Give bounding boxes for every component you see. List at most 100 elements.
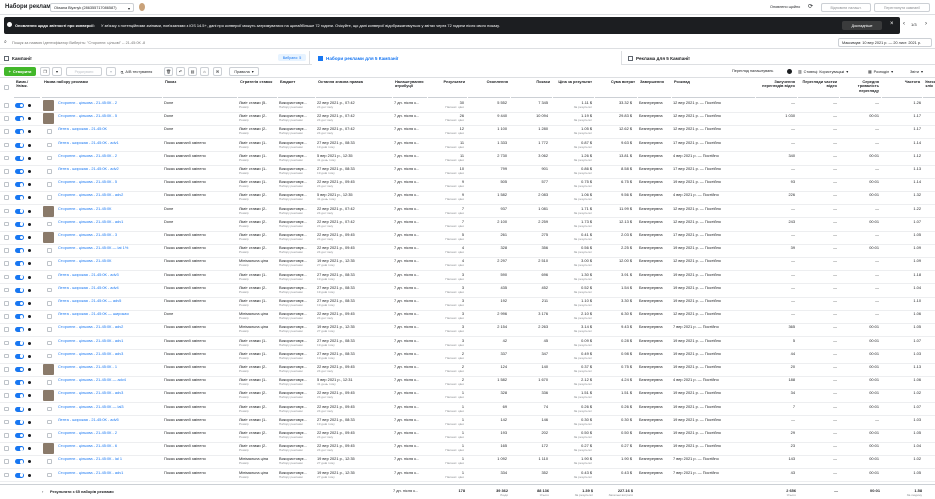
col-ends-header[interactable]: Завершення bbox=[638, 79, 671, 98]
row-toggle[interactable] bbox=[15, 446, 24, 452]
col-results-header[interactable]: Результати bbox=[428, 79, 467, 98]
adset-name-link-text[interactable]: Стороннє - цільова - 21-45:0К - lal 1 bbox=[58, 456, 160, 461]
refresh-icon[interactable]: ⟳ bbox=[808, 3, 813, 10]
row-checkbox[interactable] bbox=[4, 221, 9, 227]
adset-name-link[interactable]: Стороннє - цільова - 21-45:0К - adv2 bbox=[57, 324, 161, 337]
col-impressions-header[interactable]: Покази bbox=[511, 79, 552, 98]
adset-name-link-text[interactable]: Лента - широкая - 21-45:0К - adv4 bbox=[58, 285, 160, 290]
row-toggle[interactable] bbox=[15, 235, 24, 240]
adset-name-link[interactable]: Стороннє - цільова - 21-45:0К - adv3 bbox=[57, 390, 161, 403]
col-video-share-header[interactable]: Перегляди частки відео bbox=[798, 79, 839, 98]
row-checkbox[interactable] bbox=[4, 129, 9, 134]
ab-test-button[interactable]: ⚗ A/B тестування bbox=[120, 68, 152, 76]
row-checkbox[interactable] bbox=[4, 287, 9, 293]
row-checkbox[interactable] bbox=[4, 314, 9, 319]
comment-button[interactable]: ✉ bbox=[213, 67, 222, 76]
adset-name-link-text[interactable]: Стороннє - цільова - 21-45:0К - 5 bbox=[58, 113, 160, 118]
col-avg-watch-time-header[interactable]: Середня тривалість перегляду bbox=[840, 79, 881, 98]
adset-name-link[interactable]: Стороннє - цільова - 21-45:0К - 6 bbox=[57, 443, 161, 456]
row-toggle[interactable] bbox=[15, 248, 24, 254]
row-checkbox[interactable] bbox=[4, 353, 9, 359]
search-input[interactable] bbox=[12, 38, 612, 47]
row-checkbox[interactable] bbox=[4, 446, 9, 451]
edit-dropdown[interactable]: ▾ bbox=[106, 67, 116, 76]
adset-name-link-text[interactable]: Стороннє - цільова - 21-45:0К bbox=[58, 206, 160, 211]
edit-button[interactable]: Редагувати bbox=[66, 67, 102, 76]
row-toggle[interactable] bbox=[15, 301, 24, 306]
col-frequency-header[interactable]: Частота bbox=[882, 79, 922, 98]
row-checkbox[interactable] bbox=[4, 208, 9, 214]
row-toggle[interactable] bbox=[15, 472, 24, 478]
adset-name-link-text[interactable]: Стороннє - цільова - 21-45:0К - adv3 bbox=[58, 390, 160, 395]
adset-name-link[interactable]: Стороннє - цільова - 21-45:0К - adv1 bbox=[57, 219, 161, 232]
adset-name-link-text[interactable]: Стороннє - цільова - 21-45:0К - adv2 bbox=[58, 324, 160, 329]
row-checkbox[interactable] bbox=[4, 380, 9, 385]
col-bid-strategy-header[interactable]: Стратегія ставок bbox=[238, 79, 277, 98]
row-toggle[interactable] bbox=[15, 314, 24, 320]
adset-name-link-text[interactable]: Стороннє - цільова - 21-45:0К - 2 bbox=[58, 100, 160, 105]
adset-name-link-text[interactable]: Стороннє - цільова - 21-45:0К - 6 bbox=[58, 443, 160, 448]
col-attribution-header[interactable]: Налаштування атрибуції bbox=[393, 79, 427, 98]
tab-campaigns[interactable]: Кампанії bbox=[0, 51, 310, 65]
row-toggle[interactable] bbox=[15, 221, 24, 227]
row-checkbox[interactable] bbox=[4, 393, 9, 398]
select-all-checkbox[interactable] bbox=[4, 85, 9, 90]
adset-name-link-text[interactable]: Стороннє - цільова - 21-45:0К — lat 1% bbox=[58, 245, 160, 250]
adset-name-link[interactable]: Лента - широкая - 21-45:0К — широкая bbox=[57, 311, 161, 324]
adset-name-link-text[interactable]: Стороннє - цільова - 21-45:0К — adv4 bbox=[58, 377, 160, 382]
adset-name-link[interactable]: Стороннє - цільова - 21-45:0К - 3 bbox=[57, 232, 161, 245]
row-checkbox[interactable] bbox=[4, 419, 9, 425]
rules-button[interactable]: Правила ▾ bbox=[229, 67, 259, 76]
adset-name-link[interactable]: Стороннє - цільова - 21-45:0К - 2 bbox=[57, 153, 161, 166]
adset-name-link[interactable]: Стороннє - цільова - 21-45:0К - adv3 bbox=[57, 351, 161, 364]
col-toggle-header[interactable]: Вимк./Увімк. bbox=[14, 79, 40, 98]
row-checkbox[interactable] bbox=[4, 195, 9, 200]
adset-name-link[interactable]: Лента - широкая - 21-45:0К - adv5 bbox=[57, 417, 161, 430]
close-icon[interactable]: × bbox=[890, 21, 894, 27]
row-checkbox[interactable] bbox=[4, 116, 9, 121]
tab-ads[interactable]: Реклама для 5 Кампанії bbox=[624, 51, 935, 65]
delete-button[interactable]: 🗑 bbox=[164, 67, 173, 76]
row-toggle[interactable] bbox=[15, 261, 24, 267]
undo-button[interactable]: ↶ bbox=[176, 67, 185, 76]
row-checkbox[interactable] bbox=[4, 327, 9, 332]
row-checkbox[interactable] bbox=[4, 261, 9, 266]
adset-name-link[interactable]: Лента - широкая - 21-45:0К - adv1 bbox=[57, 140, 161, 153]
adset-name-link[interactable]: Стороннє - цільова - 21-45:0К - lal 1 bbox=[57, 456, 161, 469]
row-toggle[interactable] bbox=[15, 195, 24, 201]
row-toggle[interactable] bbox=[15, 155, 24, 161]
adset-name-link[interactable]: Стороннє - цільова - 21-45:0К bbox=[57, 258, 161, 271]
adset-name-link-text[interactable]: Стороннє - цільова - 21-45:0К - 1 bbox=[58, 364, 160, 369]
adset-name-link-text[interactable]: Лента - широкая - 21-45:0К - adv5 bbox=[58, 417, 160, 422]
row-toggle[interactable] bbox=[15, 380, 24, 386]
adset-name-link-text[interactable]: Стороннє - цільова - 21-45:0К - adv2 bbox=[58, 192, 160, 197]
row-checkbox[interactable] bbox=[4, 103, 9, 108]
discard-button[interactable]: Відновити налашт. bbox=[821, 3, 871, 12]
row-checkbox[interactable] bbox=[4, 472, 9, 478]
adset-name-link-text[interactable]: Стороннє - цільова - 21-45:0К - adv3 bbox=[58, 351, 160, 356]
archive-button[interactable]: ▤ bbox=[188, 67, 197, 76]
adset-name-link-text[interactable]: Стороннє - цільова - 21-45:0К bbox=[58, 258, 160, 263]
row-toggle[interactable] bbox=[15, 406, 24, 412]
breakdown-button[interactable]: ▦ Розподіл ▾ bbox=[868, 67, 893, 76]
adset-name-link-text[interactable]: Стороннє - цільова - 21-45:0К - 3 bbox=[58, 232, 160, 237]
col-all-clicks-header[interactable]: Увесь клік bbox=[923, 79, 935, 98]
adset-name-link[interactable]: Лента - широкая - 21-45:0К - adv2 bbox=[57, 166, 161, 179]
adset-name-link-text[interactable]: Стороннє - цільова - 21-45:0К - adv1 bbox=[58, 219, 160, 224]
adset-name-link-text[interactable]: Стороннє - цільова - 21-45:0К - adv1 bbox=[58, 338, 160, 343]
chevron-right-icon[interactable]: › bbox=[925, 21, 927, 27]
adset-name-link-text[interactable]: Стороннє - цільова - 21-45:0К - 2 bbox=[58, 430, 160, 435]
selected-badge[interactable]: Вибрано: 5 bbox=[278, 54, 306, 61]
columns-button[interactable]: ▥ Стовпці: Користувацькі ▾ bbox=[798, 67, 848, 76]
row-checkbox[interactable] bbox=[4, 142, 9, 148]
row-checkbox[interactable] bbox=[4, 169, 9, 174]
col-amount-spent-header[interactable]: Сума витрат bbox=[595, 79, 637, 98]
adset-name-link-text[interactable]: Лента - широкая - 21-45:0К bbox=[58, 126, 160, 131]
row-checkbox[interactable] bbox=[4, 459, 9, 464]
adset-name-link[interactable]: Стороннє - цільова - 21-45:0К — lat 1% bbox=[57, 245, 161, 258]
row-checkbox[interactable] bbox=[4, 248, 9, 253]
adset-name-link[interactable]: Лента - широкая - 21-45:0К bbox=[57, 126, 161, 139]
row-toggle[interactable] bbox=[15, 142, 24, 148]
adset-name-link-text[interactable]: Стороннє - цільова - 21-45:0К - adv1 bbox=[58, 470, 160, 475]
col-delivery-header[interactable]: Показ bbox=[163, 79, 237, 98]
